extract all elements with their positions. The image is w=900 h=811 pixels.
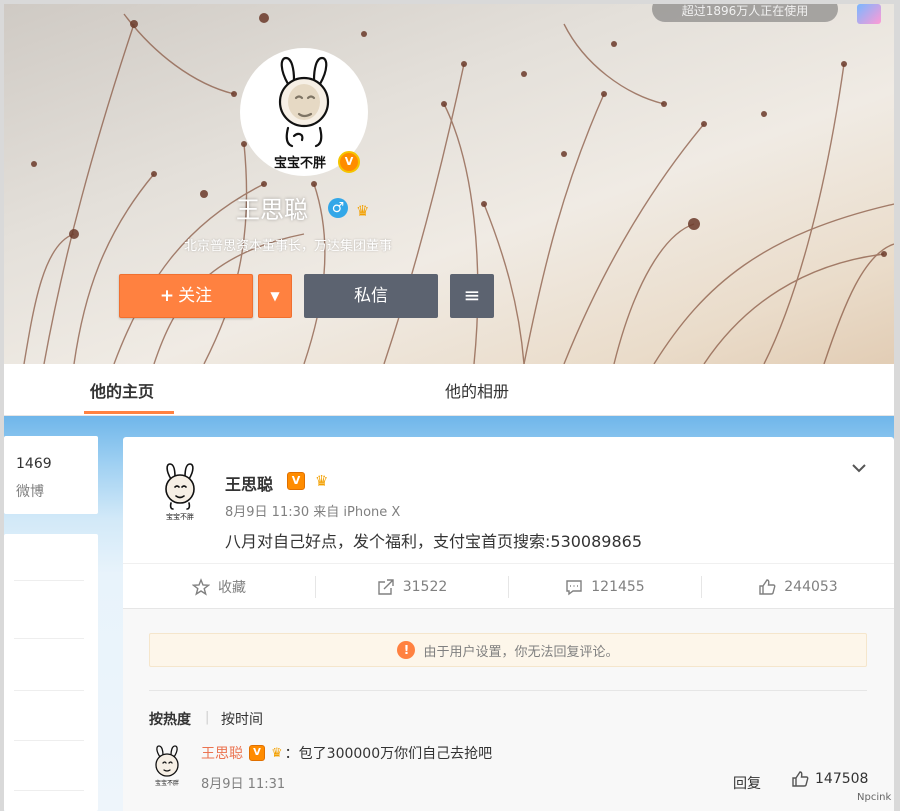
comment-author-name[interactable]: 王思聪 <box>201 743 243 763</box>
verified-badge-icon: V <box>338 151 360 173</box>
comment-button[interactable]: 121455 <box>509 564 701 610</box>
plus-icon: + <box>159 286 175 306</box>
menu-icon[interactable]: ≡ <box>450 274 494 318</box>
reply-disabled-notice: ! 由于用户设置，你无法回复评论。 <box>149 633 867 667</box>
post-action-bar: 收藏 31522 121455 244053 <box>123 563 894 609</box>
bunny-avatar-icon <box>278 56 330 148</box>
reply-button[interactable]: 回复 <box>733 773 761 793</box>
crown-icon: ♛ <box>315 472 329 490</box>
comment-count: 121455 <box>591 579 645 595</box>
thumb-up-icon <box>759 579 776 595</box>
favorite-button[interactable]: 收藏 <box>123 564 315 610</box>
active-tab-indicator <box>84 411 174 414</box>
screenshot-frame: 超过1896万人正在使用 宝宝不胖 V 王思聪 ♂ ♛ 北京普思资本董事长，万达… <box>0 0 900 811</box>
comments-divider <box>149 690 867 691</box>
top-overlay-pill: 超过1896万人正在使用 <box>652 4 838 22</box>
verified-badge-icon: V <box>249 745 265 761</box>
repost-button[interactable]: 31522 <box>316 564 508 610</box>
favorite-label: 收藏 <box>218 580 246 596</box>
top-thumbnail-icon <box>857 4 881 24</box>
profile-tabs: 他的主页 他的相册 <box>4 364 894 416</box>
message-button[interactable]: 私信 <box>304 274 438 318</box>
comment-text: ：包了300000万你们自己去抢吧 <box>284 746 493 762</box>
crown-icon: ♛ <box>271 745 283 761</box>
cover-banner: 超过1896万人正在使用 宝宝不胖 V 王思聪 ♂ ♛ 北京普思资本董事长，万达… <box>4 4 894 364</box>
sort-separator: | <box>205 710 210 725</box>
comment-date: 8月9日 11:31 <box>201 777 286 792</box>
profile-name: 王思聪 <box>236 196 308 224</box>
sidebar-divider <box>14 790 84 791</box>
gender-male-icon: ♂ <box>328 198 348 218</box>
weibo-post-card: 宝宝不胖 王思聪 V ♛ 8月9日 11:30 来自 iPhone X 八月对自… <box>123 437 894 811</box>
comment-icon <box>566 580 582 596</box>
comment-like-count: 147508 <box>815 771 869 787</box>
svg-text:宝宝不胖: 宝宝不胖 <box>166 512 194 521</box>
comment-like-button[interactable]: 147508 <box>791 770 868 788</box>
follow-button[interactable]: + 关注 <box>119 274 253 318</box>
star-icon <box>192 578 210 596</box>
post-author-avatar[interactable]: 宝宝不胖 <box>157 463 203 521</box>
comment-author-avatar[interactable]: 宝宝不胖 <box>149 745 185 787</box>
verified-badge-icon: V <box>287 472 305 490</box>
post-meta: 8月9日 11:30 来自 iPhone X <box>225 505 401 520</box>
follow-dropdown-button[interactable]: ▼ <box>258 274 292 318</box>
sidebar-divider <box>14 740 84 741</box>
weibo-count-card[interactable]: 1469 微博 <box>4 436 98 514</box>
thumb-up-icon <box>792 771 809 787</box>
post-text: 八月对自己好点，发个福利，支付宝首页搜索:530089865 <box>225 532 643 551</box>
post-author-name[interactable]: 王思聪 <box>225 471 273 495</box>
sidebar-divider <box>14 580 84 581</box>
like-button[interactable]: 244053 <box>702 564 894 610</box>
sidebar-divider <box>14 638 84 639</box>
info-icon: ! <box>397 641 416 659</box>
profile-title: 北京普思资本董事长，万达集团董事 <box>184 239 393 254</box>
comments-section: ! 由于用户设置，你无法回复评论。 按热度 | 按时间 宝宝不胖 王思聪 V ♛… <box>123 609 894 811</box>
crown-icon: ♛ <box>356 202 370 220</box>
profile-avatar[interactable]: 宝宝不胖 V <box>240 48 368 176</box>
repost-count: 31522 <box>402 579 448 595</box>
avatar-caption: 宝宝不胖 <box>274 156 327 171</box>
like-count: 244053 <box>784 579 838 595</box>
sort-by-time-tab[interactable]: 按时间 <box>221 709 263 729</box>
sidebar-card <box>4 534 98 811</box>
svg-text:宝宝不胖: 宝宝不胖 <box>155 779 179 787</box>
watermark: Npcink <box>857 792 892 803</box>
follow-label: 关注 <box>178 286 213 306</box>
chevron-down-icon[interactable] <box>850 459 868 477</box>
sort-by-hot-tab[interactable]: 按热度 <box>149 709 191 729</box>
notice-text: 由于用户设置，你无法回复评论。 <box>423 644 619 660</box>
comment-item: 王思聪 V ♛ ：包了300000万你们自己去抢吧 <box>201 743 492 763</box>
weibo-count-label: 微博 <box>16 484 44 500</box>
tab-album[interactable]: 他的相册 <box>445 378 509 402</box>
tab-home[interactable]: 他的主页 <box>90 378 154 402</box>
sidebar-divider <box>14 690 84 691</box>
share-icon <box>378 579 394 595</box>
weibo-count: 1469 <box>16 456 52 472</box>
